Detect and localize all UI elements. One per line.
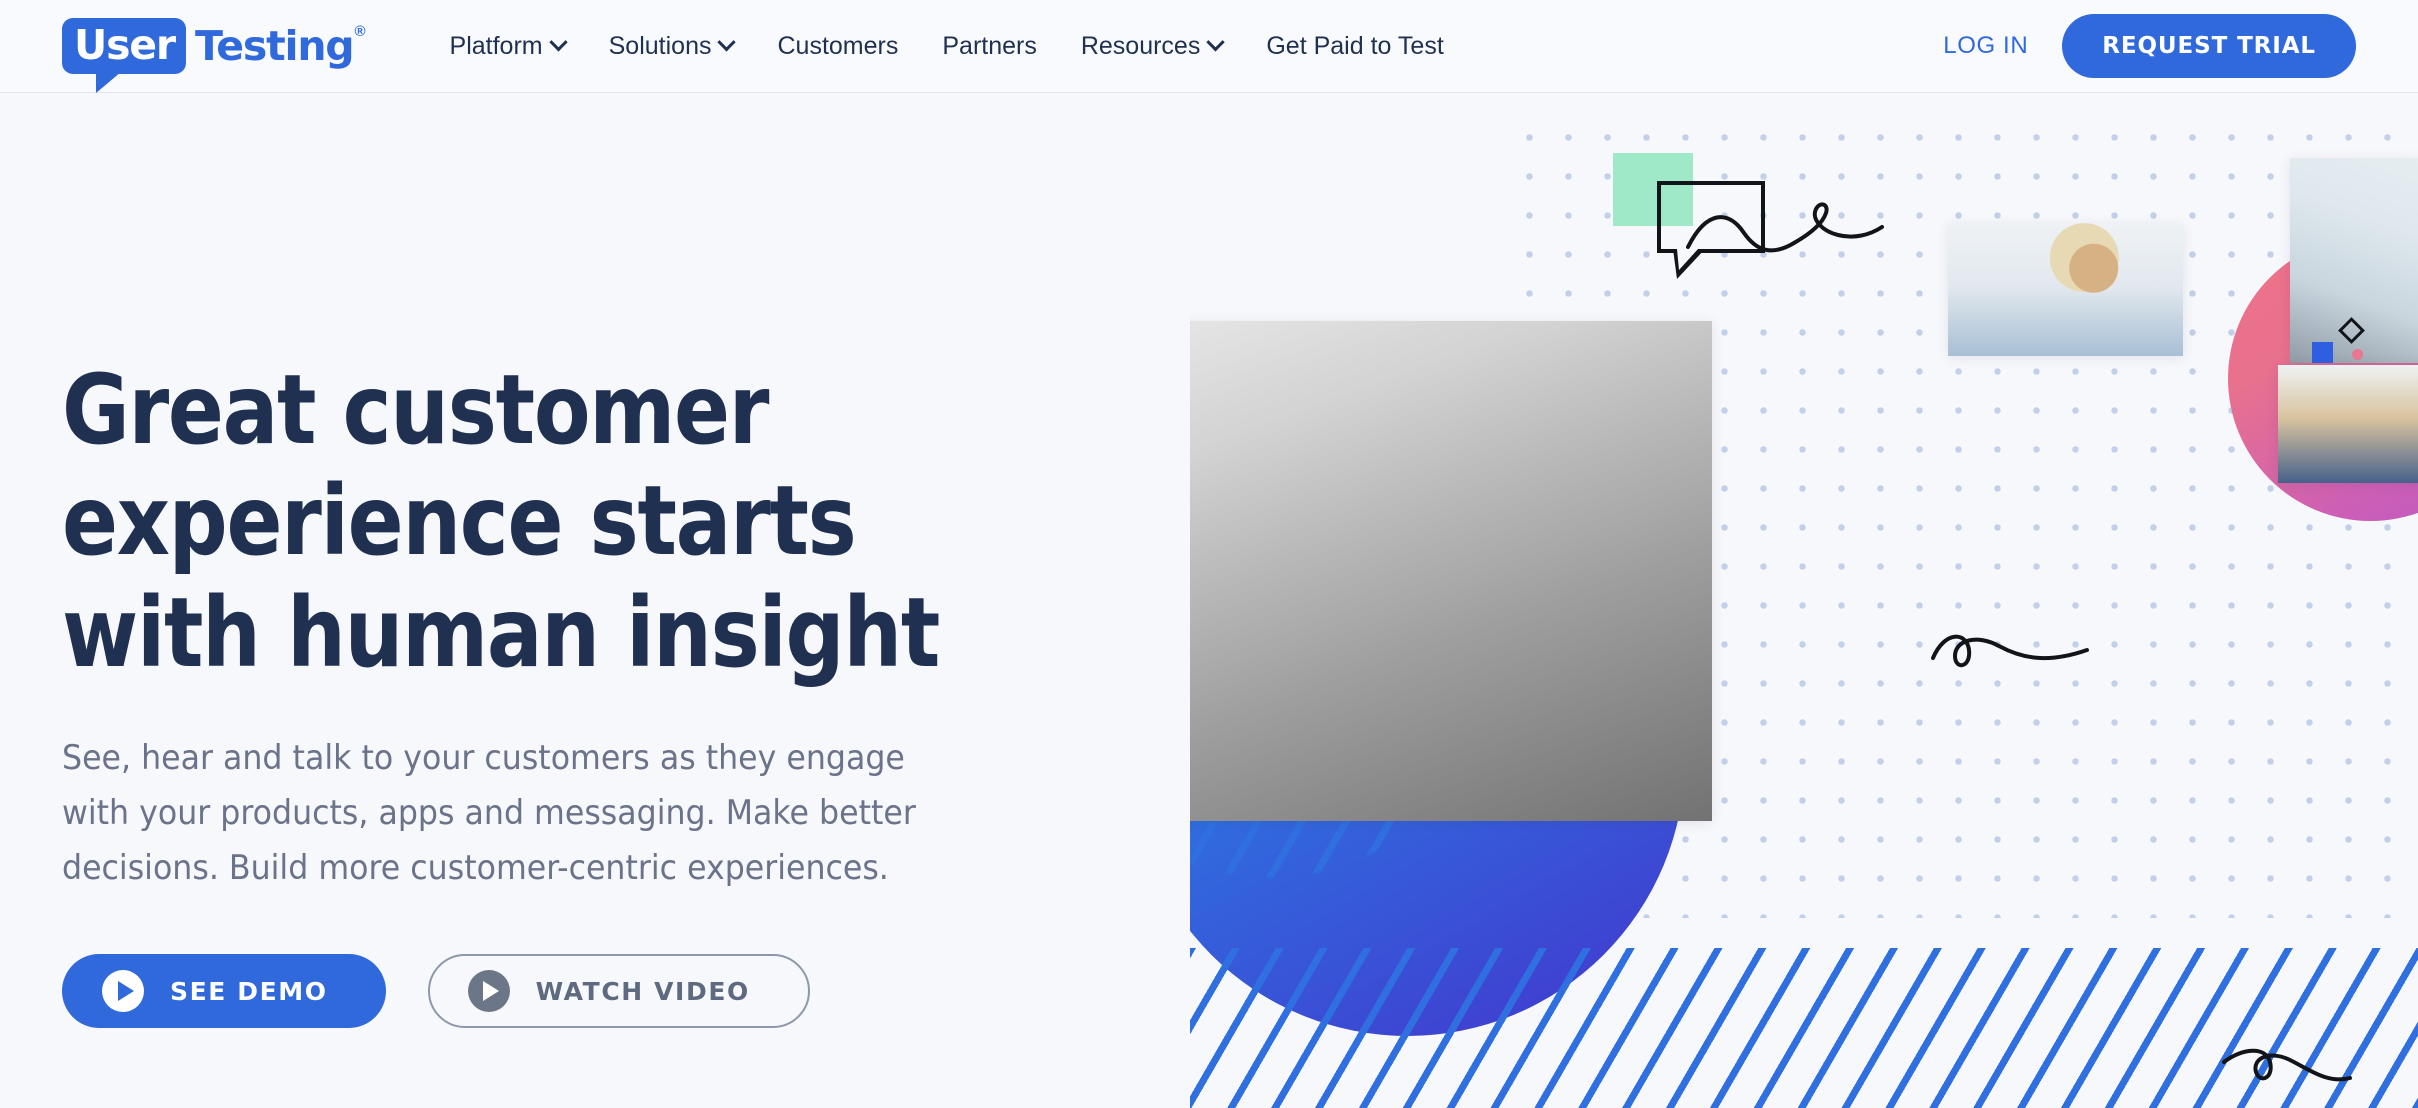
logo-registered-trademark: ® xyxy=(354,23,366,40)
headline-line-2: experience starts xyxy=(62,465,857,578)
nav-item-label: Customers xyxy=(777,31,899,60)
hero-subheading: See, hear and talk to your customers as … xyxy=(62,731,927,896)
squiggle-line-icon xyxy=(1931,634,2089,667)
watch-video-button[interactable]: WATCH VIDEO xyxy=(427,954,810,1029)
play-icon xyxy=(102,970,144,1013)
pink-dot-decoration xyxy=(2352,349,2363,360)
login-link[interactable]: LOG IN xyxy=(1909,32,2062,60)
play-icon xyxy=(467,970,510,1013)
main-navigation-bar: User Testing ® Platform Solutions Custom… xyxy=(0,0,2418,93)
nav-item-label: Solutions xyxy=(608,31,712,60)
logo-speech-bubble-icon: User xyxy=(62,18,186,93)
hero-image-collage xyxy=(1190,93,2418,1108)
see-demo-label: SEE DEMO xyxy=(170,976,328,1006)
logo-secondary-text: Testing xyxy=(194,21,355,70)
nav-item-solutions[interactable]: Solutions xyxy=(587,32,756,61)
nav-item-resources[interactable]: Resources xyxy=(1059,32,1245,61)
man-with-headphones-photo xyxy=(2278,365,2418,483)
subhead-line-2: with your products, apps and messaging. … xyxy=(62,793,916,834)
logo-primary-text: User xyxy=(74,20,176,69)
hero-content: Great customer experience starts with hu… xyxy=(62,93,1162,1029)
see-demo-button[interactable]: SEE DEMO xyxy=(62,954,386,1029)
request-trial-button[interactable]: REQUEST TRIAL xyxy=(2062,14,2356,78)
headline-line-1: Great customer xyxy=(62,354,769,466)
nav-item-label: Partners xyxy=(942,31,1037,60)
subhead-line-3: decisions. Build more customer-centric e… xyxy=(62,848,889,889)
nav-item-label: Resources xyxy=(1080,31,1201,60)
landing-page: User Testing ® Platform Solutions Custom… xyxy=(0,0,2418,1108)
subhead-line-1: See, hear and talk to your customers as … xyxy=(62,738,905,779)
team-collaboration-photo xyxy=(1190,321,1712,821)
usertesting-logo[interactable]: User Testing ® xyxy=(62,16,366,93)
blue-square-decoration xyxy=(2312,342,2333,363)
chevron-down-icon xyxy=(548,32,568,51)
nav-links: Platform Solutions Customers Partners Re… xyxy=(428,32,1910,61)
watch-video-label: WATCH VIDEO xyxy=(535,976,750,1006)
nav-item-label: Platform xyxy=(449,31,543,60)
squiggle-line-icon xyxy=(2222,1048,2352,1082)
chevron-down-icon xyxy=(717,32,737,51)
nav-item-label: Get Paid to Test xyxy=(1266,31,1444,60)
chevron-down-icon xyxy=(1206,32,1226,51)
squiggle-line-icon xyxy=(1686,202,1884,253)
page-title: Great customer experience starts with hu… xyxy=(62,354,1008,689)
woman-with-phone-photo xyxy=(1948,223,2183,356)
nav-item-get-paid-to-test[interactable]: Get Paid to Test xyxy=(1244,32,1465,61)
nav-actions: LOG IN REQUEST TRIAL xyxy=(1909,14,2356,78)
headline-line-3: with human insight xyxy=(62,576,940,689)
hero-cta-row: SEE DEMO WATCH VIDEO xyxy=(62,954,1162,1029)
nav-item-platform[interactable]: Platform xyxy=(428,32,587,61)
nav-item-customers[interactable]: Customers xyxy=(755,32,920,61)
nav-item-partners[interactable]: Partners xyxy=(920,32,1058,61)
